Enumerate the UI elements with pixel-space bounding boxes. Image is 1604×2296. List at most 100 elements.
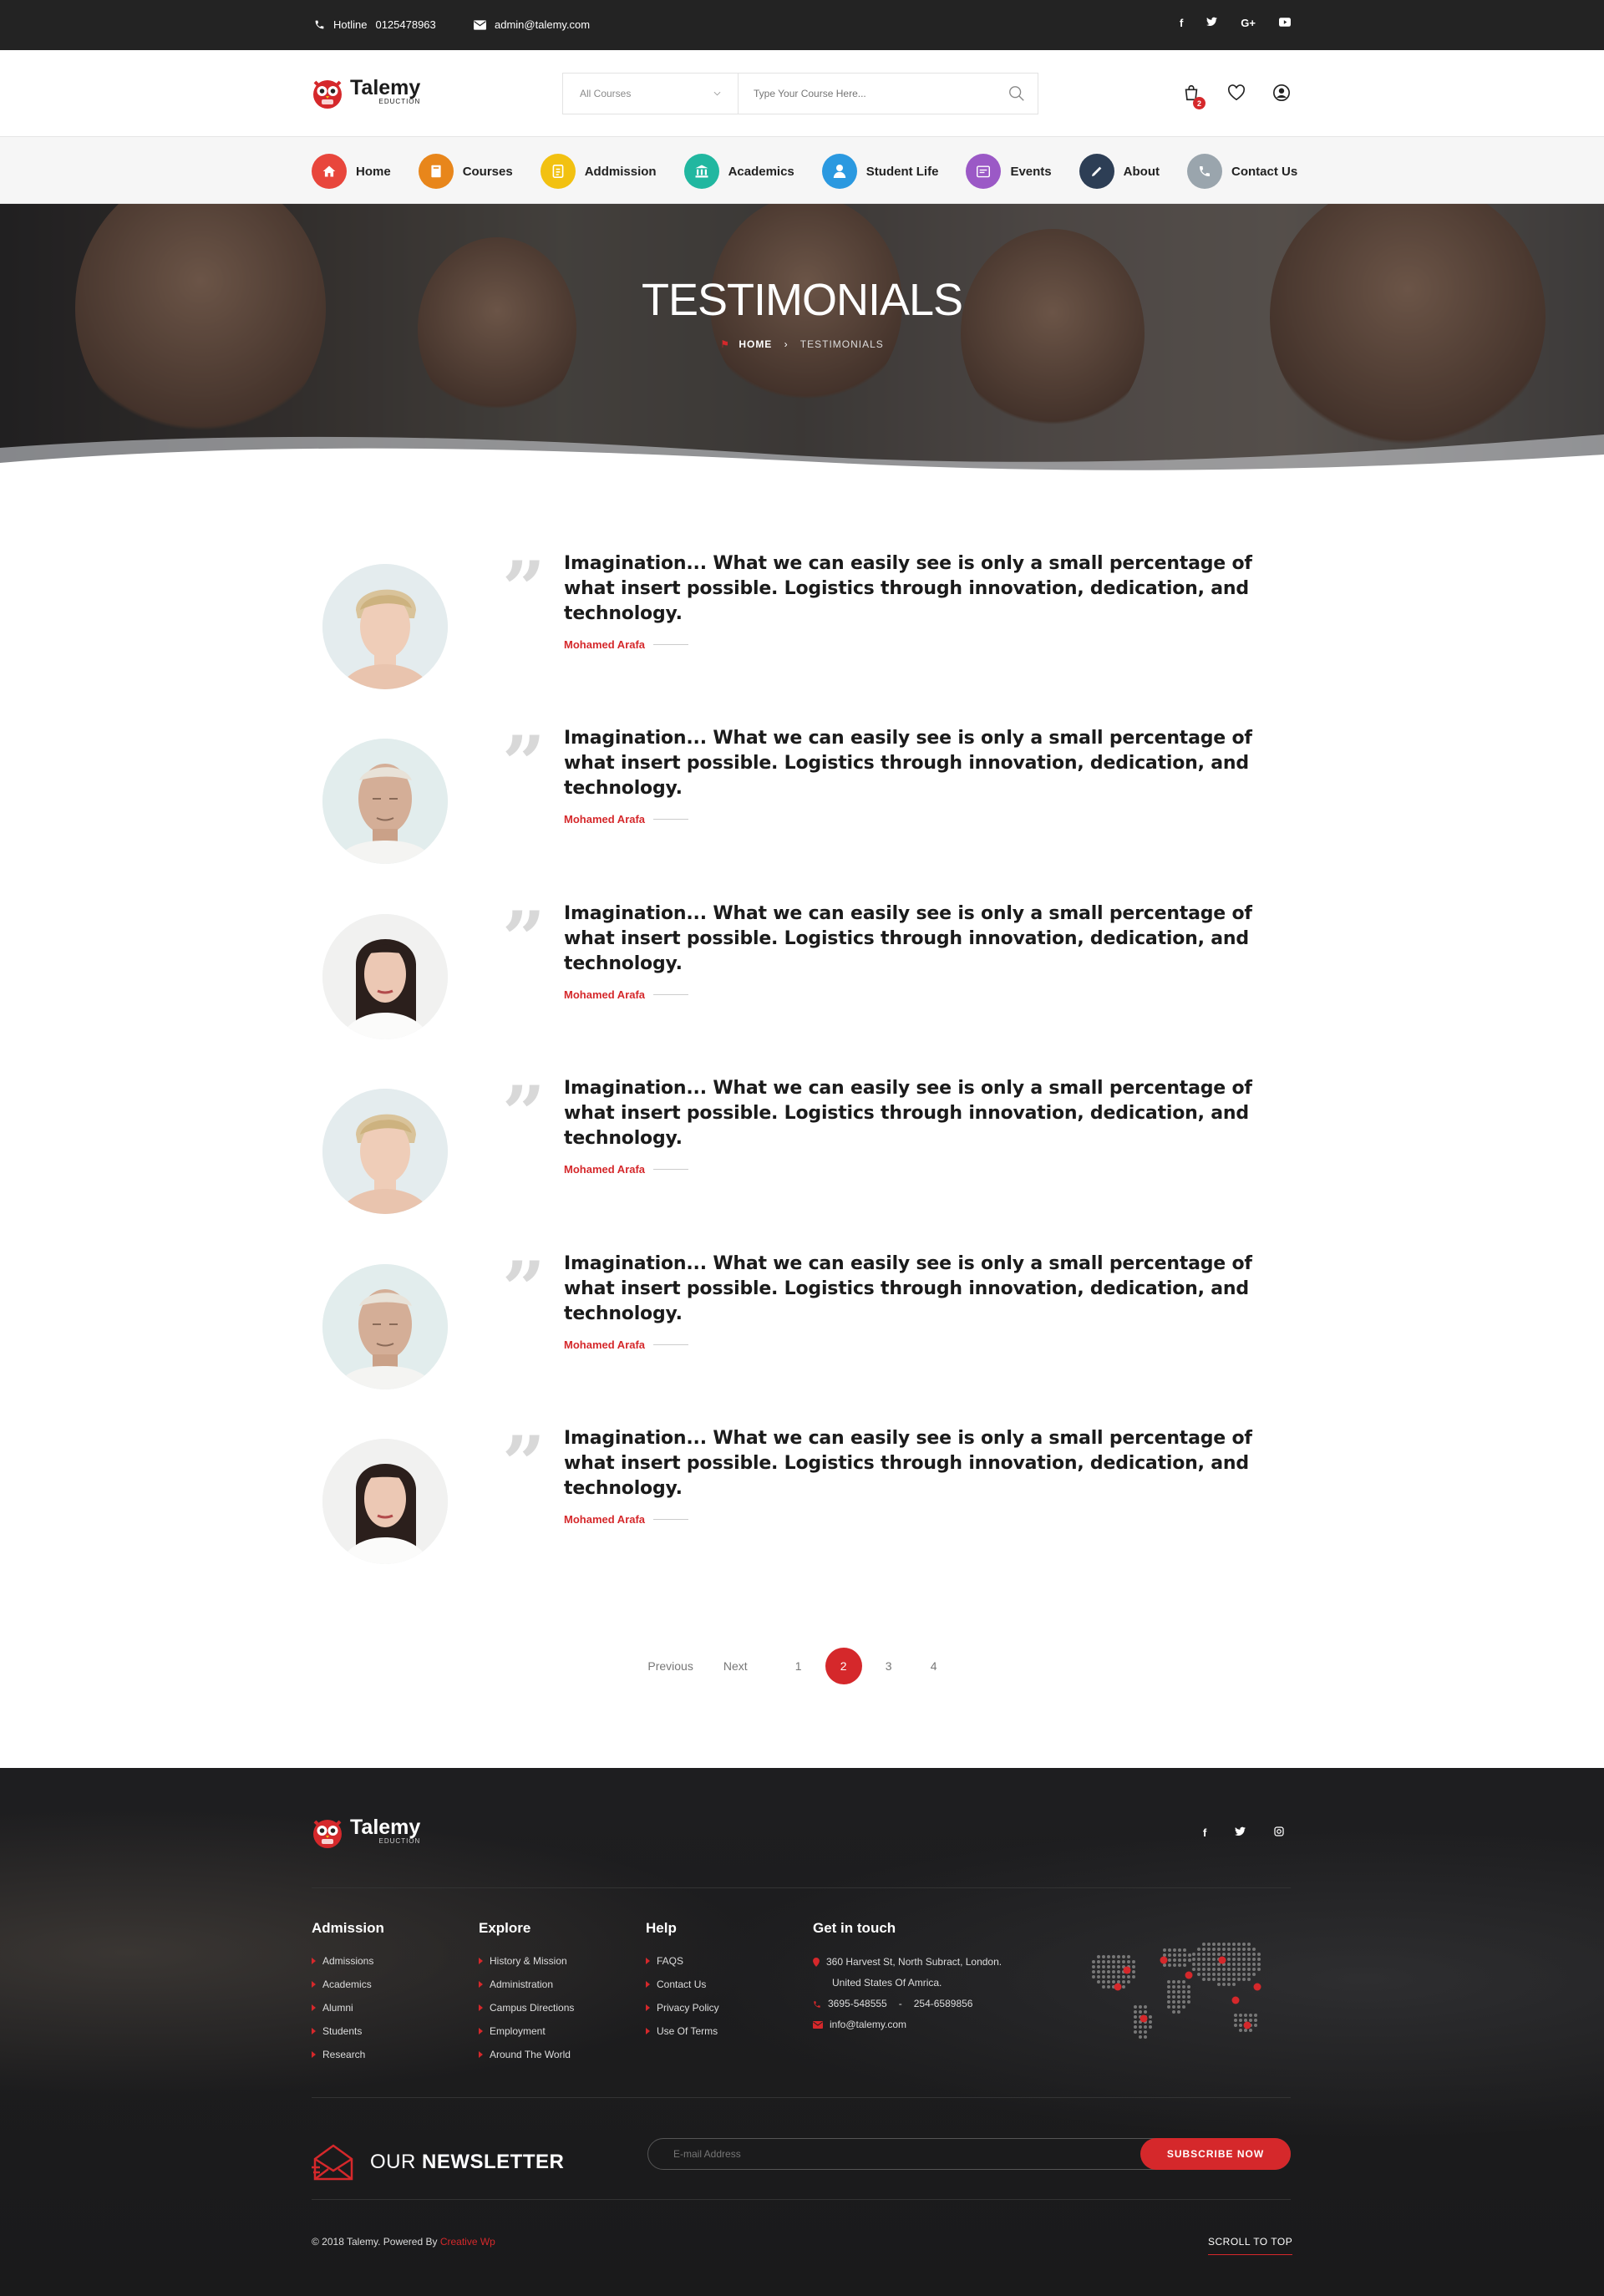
footer-col-title: Help: [646, 1920, 677, 1936]
testimonial-author[interactable]: Mohamed Arafa: [564, 638, 689, 651]
testimonial-author[interactable]: Mohamed Arafa: [564, 988, 689, 1001]
newsletter-form: SUBSCRIBE NOW: [647, 2138, 1291, 2170]
nav-admission[interactable]: Addmission: [540, 154, 657, 189]
twitter-icon[interactable]: [1206, 17, 1218, 29]
footer: Talemy EDUCTION f Admission Admissions A…: [0, 1768, 1604, 2296]
search-icon: [1009, 86, 1024, 101]
nav-home[interactable]: Home: [312, 154, 391, 189]
pagination-page[interactable]: 4: [911, 1648, 957, 1684]
newsletter-email-input[interactable]: [648, 2148, 1140, 2160]
pagination-page[interactable]: 1: [776, 1648, 821, 1684]
footer-logo[interactable]: Talemy EDUCTION: [312, 1813, 420, 1850]
footer-col-explore: Explore History & Mission Administration…: [479, 1920, 574, 2072]
phone-icon: [814, 2000, 820, 2008]
wishlist-button[interactable]: [1227, 84, 1246, 105]
pagination-next[interactable]: Next: [723, 1648, 748, 1684]
footer-link[interactable]: Academics: [312, 1979, 384, 1990]
hotline[interactable]: Hotline 0125478963: [314, 18, 436, 31]
testimonial-item: ” Imagination... What we can easily see i…: [312, 1252, 1291, 1402]
quote-icon: ”: [502, 1069, 546, 1158]
chevron-right-icon: ›: [784, 338, 789, 350]
pagination-page-active[interactable]: 2: [825, 1648, 862, 1684]
subscribe-button[interactable]: SUBSCRIBE NOW: [1140, 2138, 1291, 2170]
testimonial-item: ” Imagination... What we can easily see i…: [312, 1426, 1291, 1577]
powered-by-link[interactable]: Creative Wp: [440, 2236, 495, 2248]
footer-col-help: Help FAQS Contact Us Privacy Policy Use …: [646, 1920, 719, 2049]
google-plus-icon[interactable]: G+: [1241, 17, 1256, 29]
nav-courses-label: Courses: [462, 164, 513, 179]
testimonial-text: Imagination... What we can easily see is…: [564, 903, 1252, 974]
footer-link[interactable]: Use Of Terms: [646, 2025, 719, 2037]
nav-academics[interactable]: Academics: [683, 154, 794, 189]
twitter-icon[interactable]: [1235, 1826, 1246, 1839]
mail-icon: [474, 19, 486, 30]
testimonial-text: Imagination... What we can easily see is…: [564, 1428, 1252, 1499]
footer-link[interactable]: History & Mission: [479, 1955, 574, 1967]
testimonial-author[interactable]: Mohamed Arafa: [564, 1338, 689, 1351]
footer-link[interactable]: Research: [312, 2049, 384, 2060]
footer-contact: Get in touch 360 Harvest St, North Subra…: [813, 1920, 1002, 2035]
footer-social: f: [1203, 1826, 1284, 1839]
page-hero: TESTIMONIALS ⚑ HOME › TESTIMONIALS: [0, 204, 1604, 480]
contact-address: 360 Harvest St, North Subract, London.: [813, 1952, 1002, 1973]
footer-link[interactable]: Privacy Policy: [646, 2002, 719, 2014]
facebook-icon[interactable]: f: [1180, 17, 1183, 29]
footer-link[interactable]: Administration: [479, 1979, 574, 1990]
top-email[interactable]: admin@talemy.com: [474, 18, 590, 31]
footer-link[interactable]: Contact Us: [646, 1979, 719, 1990]
nav-contact[interactable]: Contact Us: [1186, 154, 1297, 189]
world-map-icon: [1092, 1943, 1261, 2039]
contact-phone[interactable]: 3695-548555 - 254-6589856: [813, 1994, 1002, 2014]
footer-col-title: Get in touch: [813, 1920, 896, 1936]
testimonial-author[interactable]: Mohamed Arafa: [564, 1163, 689, 1176]
footer-link[interactable]: Employment: [479, 2025, 574, 2037]
instagram-icon[interactable]: [1274, 1826, 1284, 1839]
footer-link[interactable]: Around The World: [479, 2049, 574, 2060]
footer-brand-name: Talemy: [350, 1816, 421, 1839]
testimonial-item: ” Imagination... What we can easily see i…: [312, 902, 1291, 1052]
main-nav: Home Courses Addmission Academics Studen…: [0, 137, 1604, 204]
footer-link[interactable]: Students: [312, 2025, 384, 2037]
page-title: TESTIMONIALS: [641, 275, 963, 325]
youtube-icon[interactable]: [1279, 17, 1291, 29]
footer-link[interactable]: FAQS: [646, 1955, 719, 1967]
hotline-label: Hotline: [333, 18, 368, 31]
testimonial-item: ” Imagination... What we can easily see i…: [312, 1076, 1291, 1227]
footer-divider: [312, 2199, 1291, 2200]
breadcrumb-home[interactable]: HOME: [739, 338, 772, 350]
envelope-icon: [312, 2144, 353, 2181]
header: Talemy EDUCTION All Courses 2: [0, 50, 1604, 137]
nav-student-life[interactable]: Student Life: [821, 154, 939, 189]
testimonial-author[interactable]: Mohamed Arafa: [564, 813, 689, 825]
facebook-icon[interactable]: f: [1203, 1826, 1206, 1839]
nav-events[interactable]: Events: [966, 154, 1052, 189]
scroll-to-top-link[interactable]: SCROLL TO TOP: [1208, 2236, 1293, 2255]
home-icon: [312, 154, 347, 189]
contact-email[interactable]: info@talemy.com: [813, 2014, 1002, 2035]
contact-address-2: United States Of Amrica.: [832, 1977, 942, 1989]
footer-link[interactable]: Admissions: [312, 1955, 384, 1967]
footer-link[interactable]: Campus Directions: [479, 2002, 574, 2014]
nav-courses[interactable]: Courses: [418, 154, 513, 189]
account-button[interactable]: [1272, 84, 1291, 106]
pagination-previous[interactable]: Previous: [647, 1648, 693, 1684]
newsletter-heading: OUR NEWSLETTER: [312, 2142, 564, 2182]
course-search-input[interactable]: [739, 74, 996, 114]
pen-icon: [1079, 154, 1114, 189]
location-pin-icon: [813, 1958, 820, 1967]
nav-student-life-label: Student Life: [865, 164, 939, 179]
bank-icon: [683, 154, 719, 189]
footer-divider: [312, 2097, 1291, 2098]
course-category-select[interactable]: All Courses: [563, 74, 739, 114]
document-icon: [540, 154, 576, 189]
phone-icon: [315, 20, 324, 29]
pagination-page[interactable]: 3: [866, 1648, 911, 1684]
top-social: f G+: [1180, 17, 1291, 29]
footer-link[interactable]: Alumni: [312, 2002, 384, 2014]
logo[interactable]: Talemy EDUCTION: [312, 74, 420, 110]
testimonial-item: ” Imagination... What we can easily see i…: [312, 726, 1291, 876]
search-button[interactable]: [996, 74, 1038, 114]
cart-button[interactable]: 2: [1182, 84, 1206, 109]
testimonial-author[interactable]: Mohamed Arafa: [564, 1513, 689, 1526]
nav-about[interactable]: About: [1079, 154, 1160, 189]
